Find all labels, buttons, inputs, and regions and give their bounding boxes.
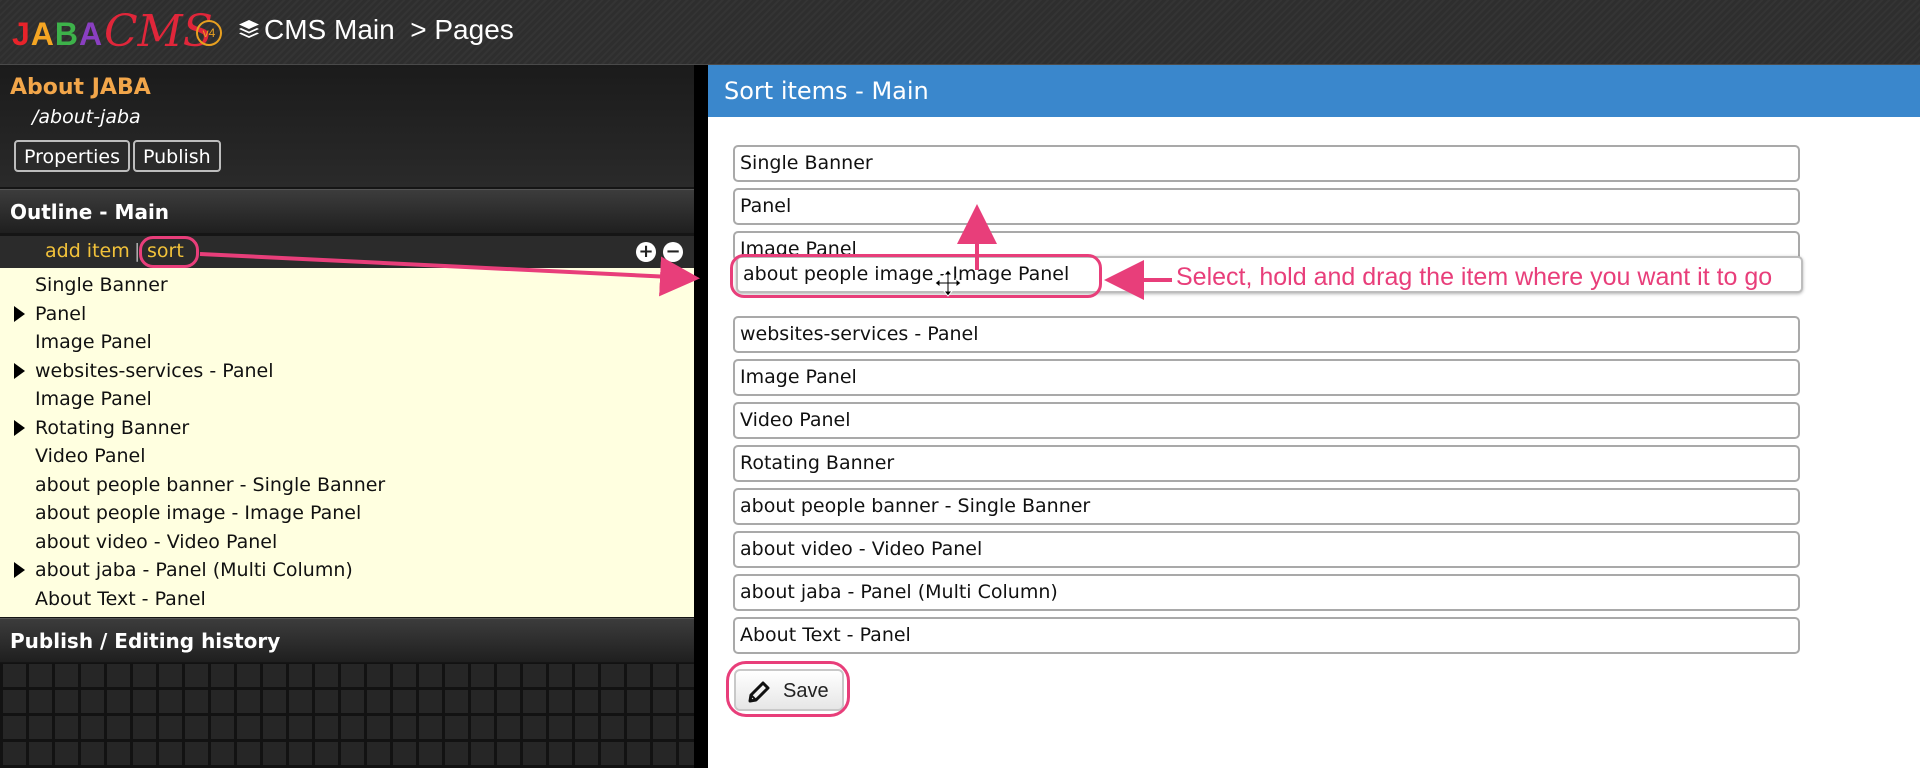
outline-item-label: about people banner - Single Banner [35,473,386,496]
outline-item-label: about jaba - Panel (Multi Column) [35,559,353,581]
outline-item[interactable]: about video - Video Panel [0,528,694,556]
outline-item[interactable]: Image Panel [0,385,694,413]
properties-button[interactable]: Properties [14,140,131,172]
left-panel: About JABA /about-jaba Properties Publis… [0,65,694,768]
breadcrumb-text: CMS Main > Pages [264,14,514,45]
history-header[interactable]: Publish / Editing history [0,618,694,662]
outline-item[interactable]: About Text - Panel [0,585,694,613]
outline-item[interactable]: Image Panel [0,328,694,356]
expand-triangle-icon[interactable] [14,419,25,436]
outline-item-label: Rotating Banner [35,416,190,439]
page-header: About JABA /about-jaba Properties Publis… [0,65,694,187]
outline-list: Single Banner Panel Image Panel websites-se… [0,268,694,617]
outline-item[interactable]: Panel [0,300,694,328]
outline-item-label: About Text - Panel [35,587,206,610]
sort-item[interactable]: Single Banner [733,145,1800,182]
link-separator: | [134,240,141,262]
expand-triangle-icon[interactable] [14,362,25,379]
sort-item[interactable]: Video Panel [733,402,1800,439]
dragging-sort-item[interactable]: about people image - Image Panel [736,256,1803,293]
sort-item[interactable]: Image Panel [733,359,1800,396]
outline-item-label: about people image - Image Panel [35,502,362,524]
logo-jaba: JABA [12,16,104,52]
outline-item[interactable]: Single Banner [0,271,694,299]
page-title: About JABA [10,75,151,100]
sort-item[interactable]: Panel [733,188,1800,225]
outline-item[interactable]: about people image - Image Panel [0,499,694,527]
add-item-link[interactable]: add item [45,240,130,262]
stack-icon [239,20,259,38]
expand-triangle-icon[interactable] [14,305,25,322]
save-button[interactable]: Save [734,669,844,711]
pencil-icon [748,681,770,703]
outline-header[interactable]: Outline - Main [0,189,694,233]
top-bar: JABA CMS v4 CMS Main > Pages [0,0,1920,65]
outline-item[interactable]: Rotating Banner [0,414,694,442]
expand-all-icon[interactable]: + [636,242,656,262]
outline-item-label: Single Banner [35,274,168,296]
sort-item[interactable]: About Text - Panel [733,617,1800,654]
sort-item[interactable]: about people banner - Single Banner [733,488,1800,525]
background-texture [0,663,694,768]
breadcrumb[interactable]: CMS Main > Pages [238,14,514,46]
publish-button[interactable]: Publish [133,140,221,172]
outline-item[interactable]: websites-services - Panel [0,357,694,385]
sort-item[interactable]: about video - Video Panel [733,531,1800,568]
save-button-label: Save [783,680,829,702]
sort-panel: Sort items - Main Single Banner Panel Imag… [708,65,1920,768]
outline-item[interactable]: about people banner - Single Banner [0,471,694,499]
collapse-all-icon[interactable]: − [663,242,683,262]
outline-item-label: Image Panel [35,388,152,410]
expand-triangle-icon[interactable] [14,562,25,578]
sort-item[interactable]: about jaba - Panel (Multi Column) [733,574,1800,611]
outline-item-label: websites-services - Panel [35,359,274,382]
outline-item-label: Panel [35,302,87,325]
outline-item-label: about video - Video Panel [35,530,278,553]
outline-toolbar: add item | sort + − [0,236,694,268]
outline-item[interactable]: Video Panel [0,442,694,470]
panel-divider[interactable] [694,65,708,768]
outline-item[interactable]: about jaba - Panel (Multi Column) [0,556,694,584]
outline-item-label: Image Panel [35,331,152,353]
sort-panel-title: Sort items - Main [708,65,1920,117]
logo-version-badge: v4 [196,20,222,46]
sort-item[interactable]: Rotating Banner [733,445,1800,482]
page-url: /about-jaba [32,106,141,128]
app-logo[interactable]: JABA CMS v4 [12,6,222,58]
outline-item-label: Video Panel [35,445,146,467]
sort-link[interactable]: sort [147,240,184,262]
sort-item[interactable]: websites-services - Panel [733,316,1800,353]
